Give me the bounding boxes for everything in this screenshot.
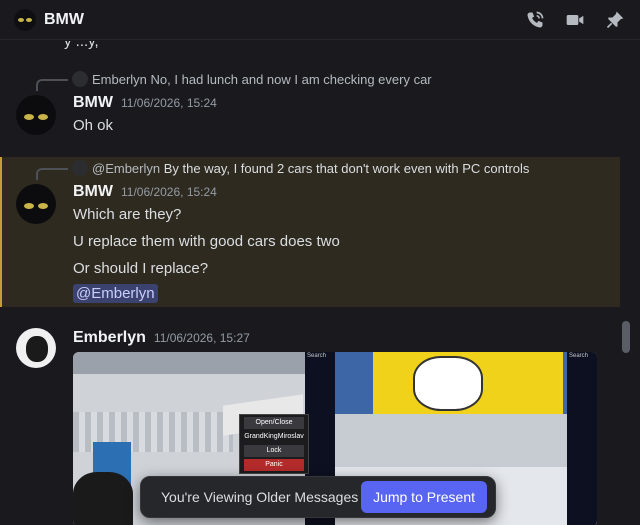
timestamp: 11/06/2026, 15:27: [153, 331, 250, 345]
message-text: Which are they?: [73, 206, 182, 223]
avatar[interactable]: [16, 95, 56, 135]
header-actions: [524, 9, 626, 31]
channel-header: BMW: [0, 0, 640, 40]
message-meta: BMW 11/06/2026, 15:24: [73, 183, 217, 201]
timestamp: 11/06/2026, 15:24: [120, 96, 217, 110]
explorer-panel-right: Search: [567, 352, 597, 525]
menu-owner-name: GrandKingMiroslav: [244, 433, 304, 440]
message-text: @Emberlyn: [73, 284, 158, 303]
reply-avatar: [72, 71, 88, 87]
timestamp: 11/06/2026, 15:24: [120, 185, 217, 199]
message-meta: Emberlyn 11/06/2026, 15:27: [73, 329, 250, 347]
user-mention[interactable]: @Emberlyn: [73, 284, 158, 303]
older-messages-text: You're Viewing Older Messages: [161, 489, 359, 505]
message-meta: BMW 11/06/2026, 15:24: [73, 94, 217, 112]
message-text: U replace them with good cars does two: [73, 233, 340, 250]
message-text: Or should I replace?: [73, 260, 209, 277]
author-name[interactable]: BMW: [73, 94, 113, 112]
jump-to-present-button[interactable]: Jump to Present: [361, 481, 487, 513]
menu-lock: Lock: [244, 445, 304, 457]
reply-preview[interactable]: Emberlyn No, I had lunch and now I am ch…: [0, 68, 640, 91]
avatar[interactable]: [16, 184, 56, 224]
reply-author: Emberlyn: [92, 71, 147, 87]
message-list[interactable]: y ...y, Emberlyn No, I had lunch and now…: [0, 41, 640, 525]
reply-text: @Emberlyn By the way, I found 2 cars tha…: [92, 161, 529, 176]
message-text: Oh ok: [73, 117, 114, 134]
tire-mascot-image: [413, 356, 483, 411]
reply-spine: [36, 79, 68, 91]
channel-avatar: [14, 8, 36, 31]
car-context-menu: Open/Close GrandKingMiroslav Lock Panic: [239, 414, 309, 474]
author-name[interactable]: BMW: [73, 183, 113, 201]
reply-preview[interactable]: @Emberlyn By the way, I found 2 cars tha…: [0, 157, 620, 180]
menu-panic: Panic: [244, 459, 304, 471]
explorer-search-label: Search: [307, 353, 327, 359]
channel-title: BMW: [44, 10, 84, 28]
video-camera-icon[interactable]: [564, 9, 586, 31]
author-name[interactable]: Emberlyn: [73, 329, 146, 347]
reply-body: By the way, I found 2 cars that don't wo…: [163, 160, 530, 176]
reply-author: @Emberlyn: [92, 160, 161, 176]
phone-call-icon[interactable]: [524, 9, 546, 31]
menu-open-close: Open/Close: [244, 417, 304, 429]
scrollbar-thumb[interactable]: [622, 321, 630, 353]
pin-icon[interactable]: [604, 9, 626, 31]
avatar[interactable]: [16, 328, 56, 368]
older-messages-bar: You're Viewing Older Messages Jump to Pr…: [140, 476, 496, 518]
reply-text: Emberlyn No, I had lunch and now I am ch…: [92, 72, 432, 87]
reply-body: No, I had lunch and now I am checking ev…: [150, 71, 432, 87]
explorer-search-label: Search: [569, 353, 589, 359]
reply-avatar: [72, 160, 88, 176]
message-fragment: y ...y,: [64, 41, 99, 50]
reply-spine: [36, 168, 68, 180]
